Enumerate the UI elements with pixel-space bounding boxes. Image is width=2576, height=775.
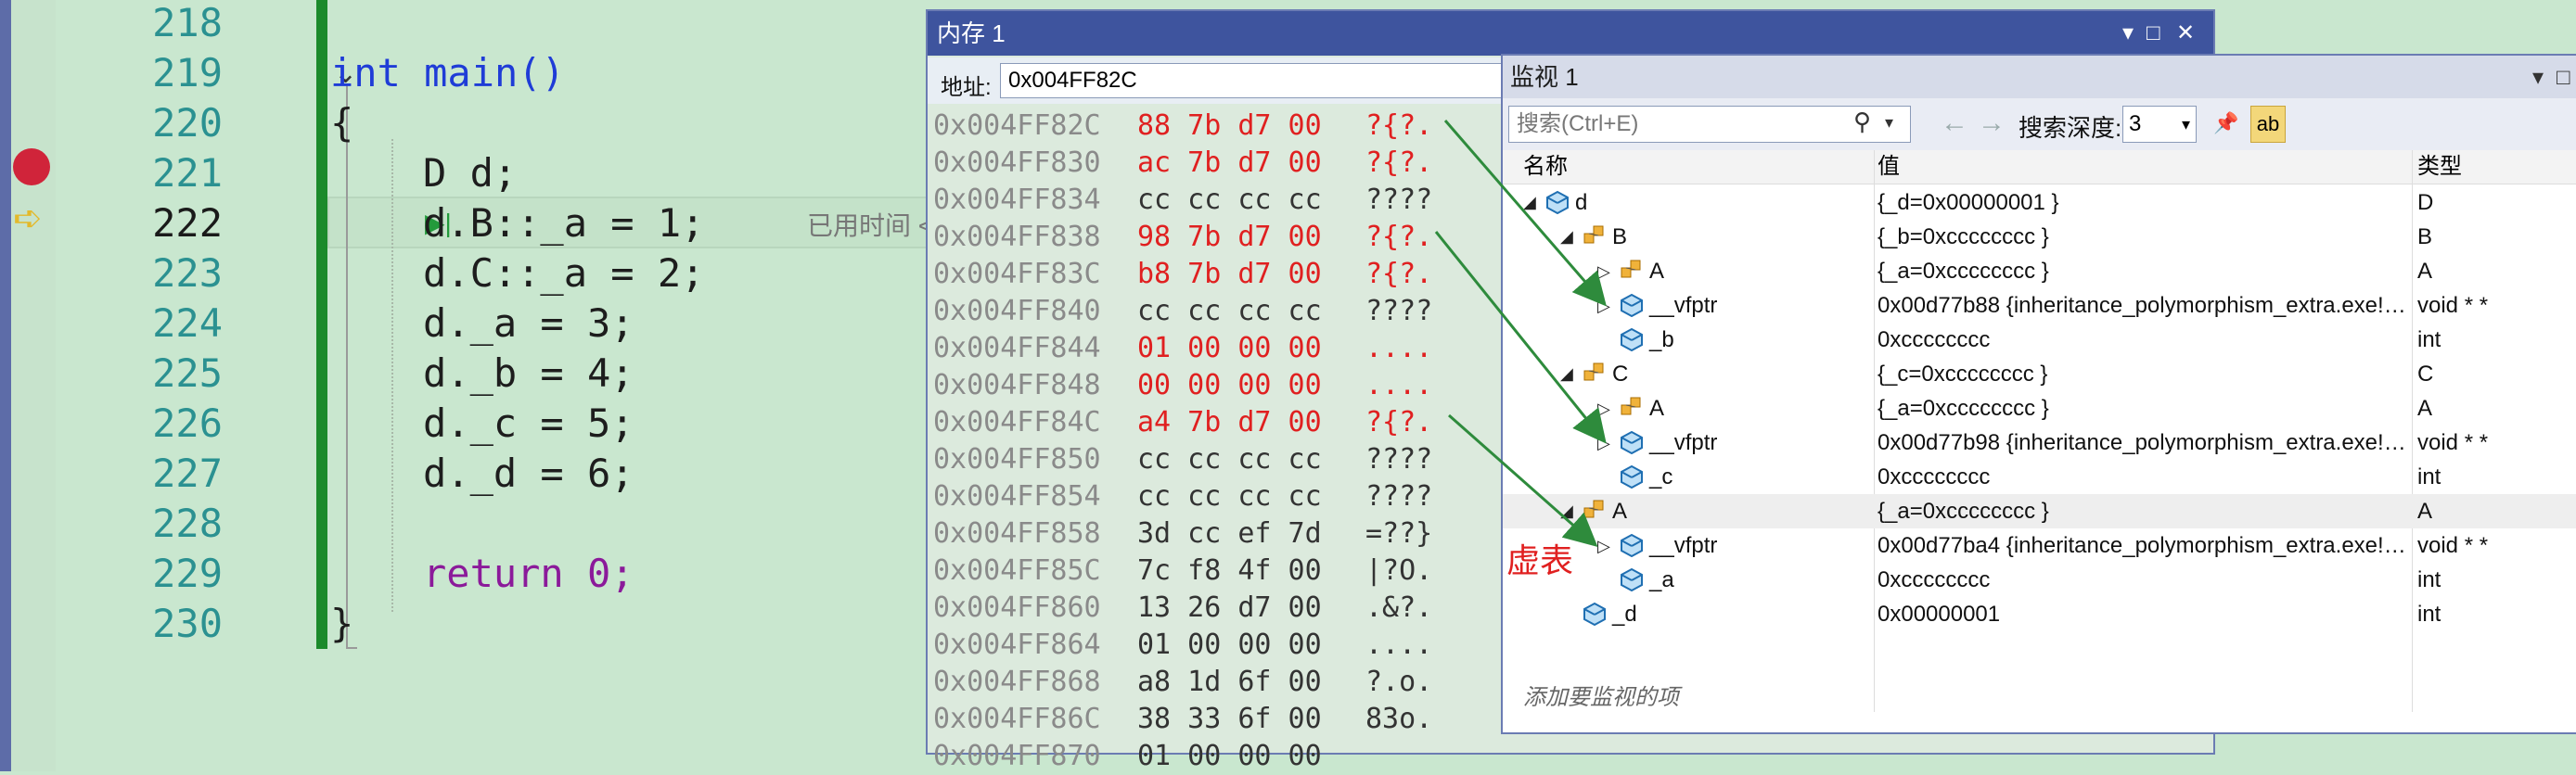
- arrow-to-c-vfptr: [1434, 231, 1607, 444]
- arrow-to-a-vfptr: [1448, 413, 1598, 547]
- annotation-arrows: [1434, 120, 1607, 547]
- arrow-to-b-vfptr: [1443, 120, 1607, 307]
